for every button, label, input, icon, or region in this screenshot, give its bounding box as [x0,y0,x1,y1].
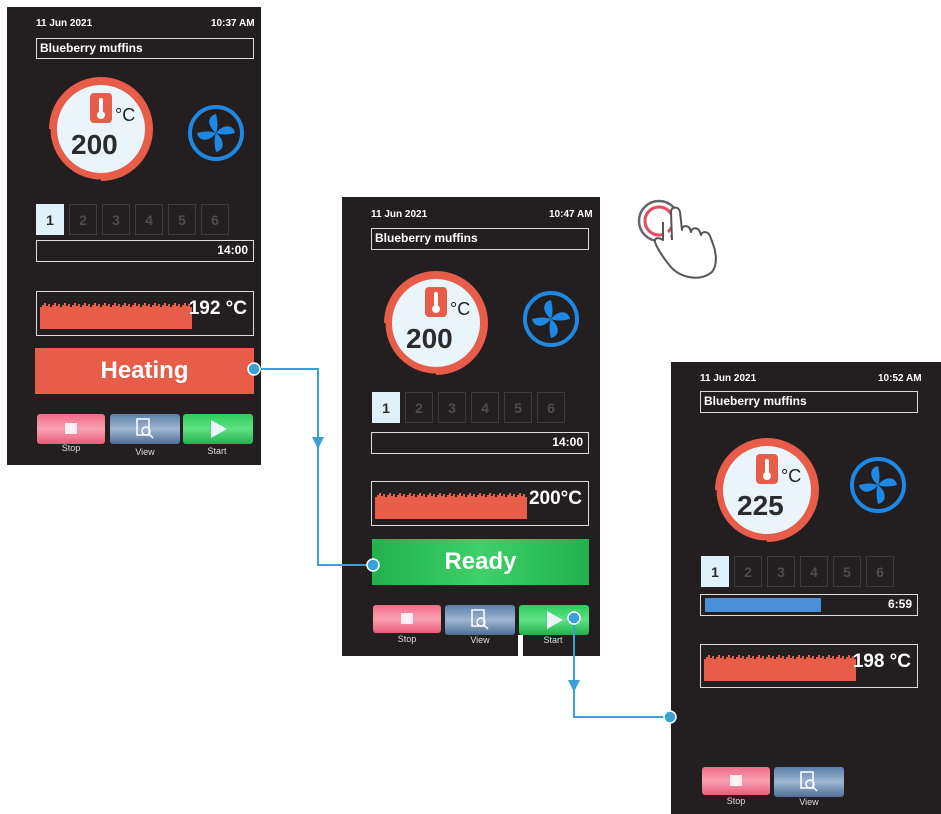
flow-connectors [247,199,717,724]
connector-heating-to-ready [247,362,380,572]
touch-hand-icon [637,199,717,279]
connector-start-to-running [567,611,677,724]
